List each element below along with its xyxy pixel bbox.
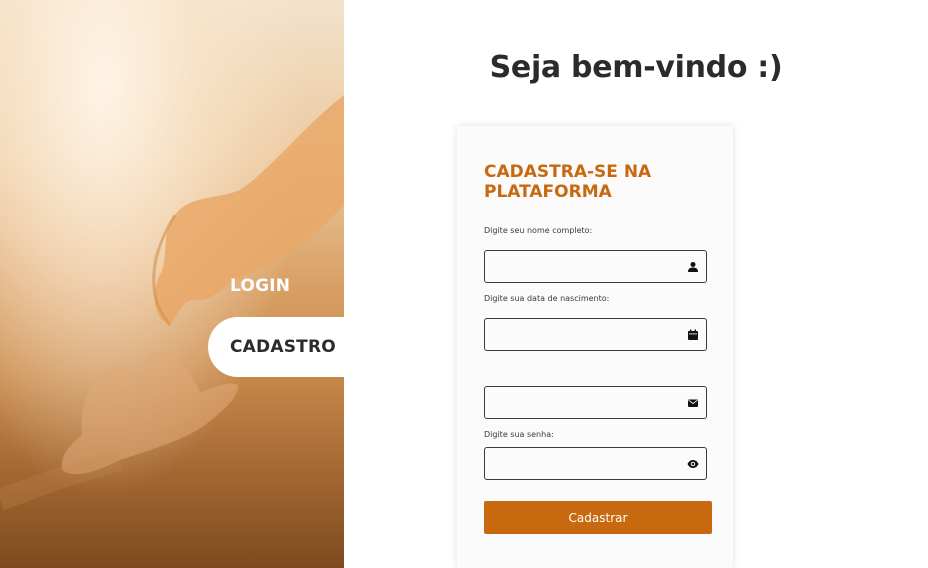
form-title: CADASTRA-SE NA PLATAFORMA: [484, 162, 652, 202]
register-button[interactable]: Cadastrar: [484, 501, 712, 534]
register-card: CADASTRA-SE NA PLATAFORMA Digite seu nom…: [457, 126, 733, 568]
fullname-label: Digite seu nome completo:: [484, 226, 593, 235]
user-icon: [688, 262, 698, 272]
email-input[interactable]: [485, 387, 706, 418]
nav-cadastro-label: CADASTRO: [230, 337, 336, 357]
nav-cadastro[interactable]: CADASTRO: [208, 317, 344, 377]
birthdate-input[interactable]: [485, 319, 706, 350]
password-field[interactable]: [484, 447, 707, 480]
fullname-input[interactable]: [485, 251, 706, 282]
email-field[interactable]: [484, 386, 707, 419]
fullname-field[interactable]: [484, 250, 707, 283]
password-input[interactable]: [485, 448, 706, 479]
nav-login[interactable]: LOGIN: [230, 276, 290, 296]
birthdate-field[interactable]: [484, 318, 707, 351]
birthdate-label: Digite sua data de nascimento:: [484, 294, 610, 303]
eye-icon[interactable]: [687, 458, 699, 470]
envelope-icon: [688, 399, 698, 407]
hands-illustration: [0, 95, 344, 511]
welcome-heading: Seja bem-vindo :): [489, 50, 783, 85]
hero-image: LOGIN CADASTRO: [0, 0, 344, 568]
calendar-icon: [688, 329, 698, 340]
password-label: Digite sua senha:: [484, 430, 554, 439]
